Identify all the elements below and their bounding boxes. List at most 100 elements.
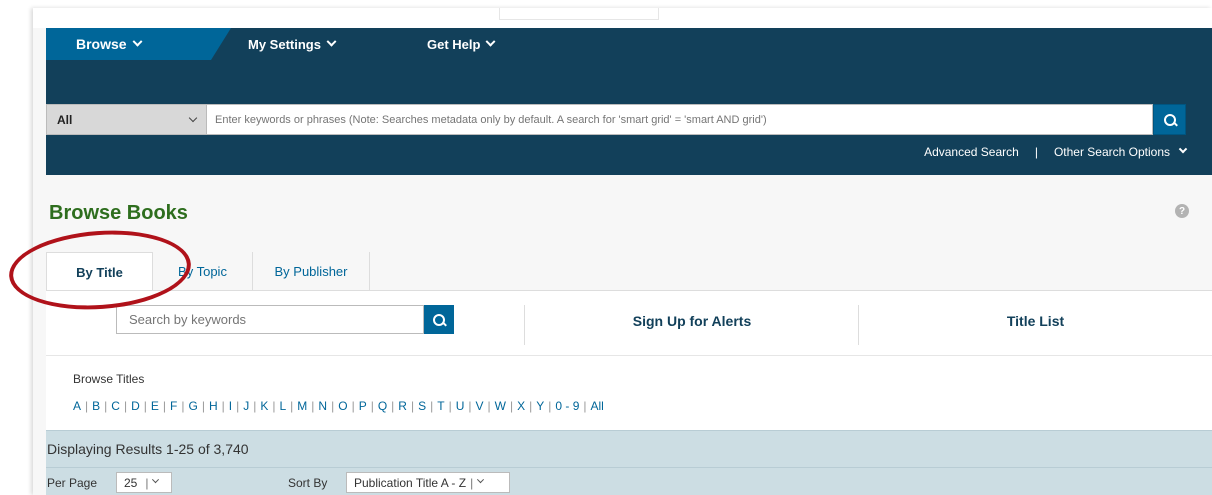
letter-link[interactable]: All <box>591 399 604 413</box>
search-icon <box>433 313 445 326</box>
letter-separator: | <box>221 399 225 413</box>
letter-separator: | <box>181 399 185 413</box>
letter-link[interactable]: B <box>92 399 100 413</box>
nav-browse-label: Browse <box>76 36 127 52</box>
letter-link[interactable]: L <box>279 399 286 413</box>
chevron-down-icon <box>486 36 496 47</box>
select-divider: | <box>470 475 474 490</box>
chevron-down-icon <box>152 476 160 484</box>
keyword-search-button[interactable] <box>424 305 454 334</box>
chevron-down-icon <box>477 476 485 484</box>
top-box <box>499 8 659 20</box>
letter-separator: | <box>370 399 374 413</box>
letter-link[interactable]: U <box>456 399 465 413</box>
page-frame: Browse My Settings Get Help All A <box>33 8 1212 495</box>
sort-by-select[interactable]: Publication Title A - Z | <box>346 472 510 493</box>
letter-link[interactable]: T <box>437 399 444 413</box>
letter-link[interactable]: F <box>170 399 177 413</box>
link-separator: | <box>1034 145 1038 159</box>
letter-separator: | <box>430 399 434 413</box>
letter-separator: | <box>410 399 415 413</box>
sign-up-alerts-link[interactable]: Sign Up for Alerts <box>525 313 859 329</box>
letter-separator: | <box>509 399 514 413</box>
chevron-down-icon <box>188 113 198 123</box>
chevron-down-icon <box>1178 144 1188 154</box>
letter-link[interactable]: Y <box>536 399 544 413</box>
letter-link[interactable]: J <box>243 399 249 413</box>
letter-link[interactable]: A <box>73 399 81 413</box>
letter-link[interactable]: K <box>260 399 268 413</box>
search-icon <box>1163 113 1176 126</box>
search-scope-select[interactable]: All <box>46 104 207 135</box>
letter-link[interactable]: H <box>209 399 218 413</box>
letter-separator: | <box>290 399 294 413</box>
letter-separator: | <box>351 399 355 413</box>
main-nav: Browse My Settings Get Help <box>46 28 1212 60</box>
per-page-label: Per Page <box>47 476 98 490</box>
page-title: Browse Books <box>49 202 188 224</box>
chevron-down-icon <box>326 36 337 47</box>
letter-separator: | <box>201 399 205 413</box>
letter-separator: | <box>162 399 167 413</box>
help-icon[interactable]: ? <box>1175 204 1189 218</box>
letter-link[interactable]: C <box>111 399 120 413</box>
letter-separator: | <box>529 399 533 413</box>
letter-separator: | <box>468 399 472 413</box>
letter-separator: | <box>487 399 491 413</box>
letter-link[interactable]: E <box>151 399 159 413</box>
letter-link[interactable]: D <box>131 399 140 413</box>
title-list-link[interactable]: Title List <box>859 313 1212 329</box>
tab-by-publisher[interactable]: By Publisher <box>252 252 370 290</box>
letter-link[interactable]: M <box>297 399 307 413</box>
letter-separator: | <box>272 399 276 413</box>
letter-separator: | <box>253 399 257 413</box>
search-sub-links: Advanced Search | Other Search Options <box>924 142 1212 162</box>
global-search-input[interactable] <box>207 104 1153 135</box>
results-summary-bar: Displaying Results 1-25 of 3,740 <box>46 430 1212 467</box>
letter-separator: | <box>143 399 147 413</box>
letter-link[interactable]: R <box>398 399 407 413</box>
sort-by-value: Publication Title A - Z <box>354 475 467 490</box>
letter-link[interactable]: I <box>229 399 232 413</box>
letter-link[interactable]: N <box>318 399 327 413</box>
letter-separator: | <box>85 399 89 413</box>
sort-by-label: Sort By <box>288 476 328 490</box>
browse-content: Sign Up for Alerts Title List Browse Tit… <box>46 290 1212 495</box>
letter-link[interactable]: G <box>188 399 197 413</box>
advanced-search-link[interactable]: Advanced Search <box>924 145 1019 159</box>
letter-separator: | <box>311 399 315 413</box>
chevron-down-icon <box>132 36 143 47</box>
letter-separator: | <box>123 399 128 413</box>
letter-separator: | <box>391 399 395 413</box>
letter-separator: | <box>331 399 335 413</box>
letter-separator: | <box>448 399 452 413</box>
nav-my-settings[interactable]: My Settings <box>248 28 337 60</box>
site-header: Browse My Settings Get Help All A <box>46 28 1212 175</box>
letter-link[interactable]: Q <box>378 399 387 413</box>
nav-help-label: Get Help <box>427 36 481 52</box>
other-search-options-link[interactable]: Other Search Options <box>1054 145 1170 159</box>
letter-link[interactable]: P <box>359 399 367 413</box>
global-search-button[interactable] <box>1153 104 1186 135</box>
global-search: All <box>46 104 1212 135</box>
letter-link[interactable]: S <box>418 399 426 413</box>
letter-link[interactable]: X <box>517 399 525 413</box>
letter-link[interactable]: 0 - 9 <box>555 399 579 413</box>
letter-link[interactable]: W <box>495 399 506 413</box>
search-scope-value: All <box>57 112 73 127</box>
letter-separator: | <box>236 399 240 413</box>
browse-titles-label: Browse Titles <box>73 372 145 386</box>
keyword-search-input[interactable] <box>116 305 424 334</box>
letter-separator: | <box>104 399 108 413</box>
per-page-value: 25 <box>124 475 138 490</box>
nav-settings-label: My Settings <box>248 36 321 52</box>
letter-link[interactable]: V <box>476 399 484 413</box>
results-summary: Displaying Results 1-25 of 3,740 <box>47 441 249 457</box>
divider <box>46 355 1212 356</box>
per-page-select[interactable]: 25 | <box>116 472 172 493</box>
letter-link[interactable]: O <box>338 399 347 413</box>
alphabet-filter: A | B | C | D | E | F | G | H | I | J | K | L | M | N | O | P | Q | R | S | T |… <box>73 399 604 413</box>
select-divider: | <box>145 475 149 490</box>
nav-browse[interactable]: Browse <box>46 28 231 60</box>
nav-get-help[interactable]: Get Help <box>427 28 496 60</box>
